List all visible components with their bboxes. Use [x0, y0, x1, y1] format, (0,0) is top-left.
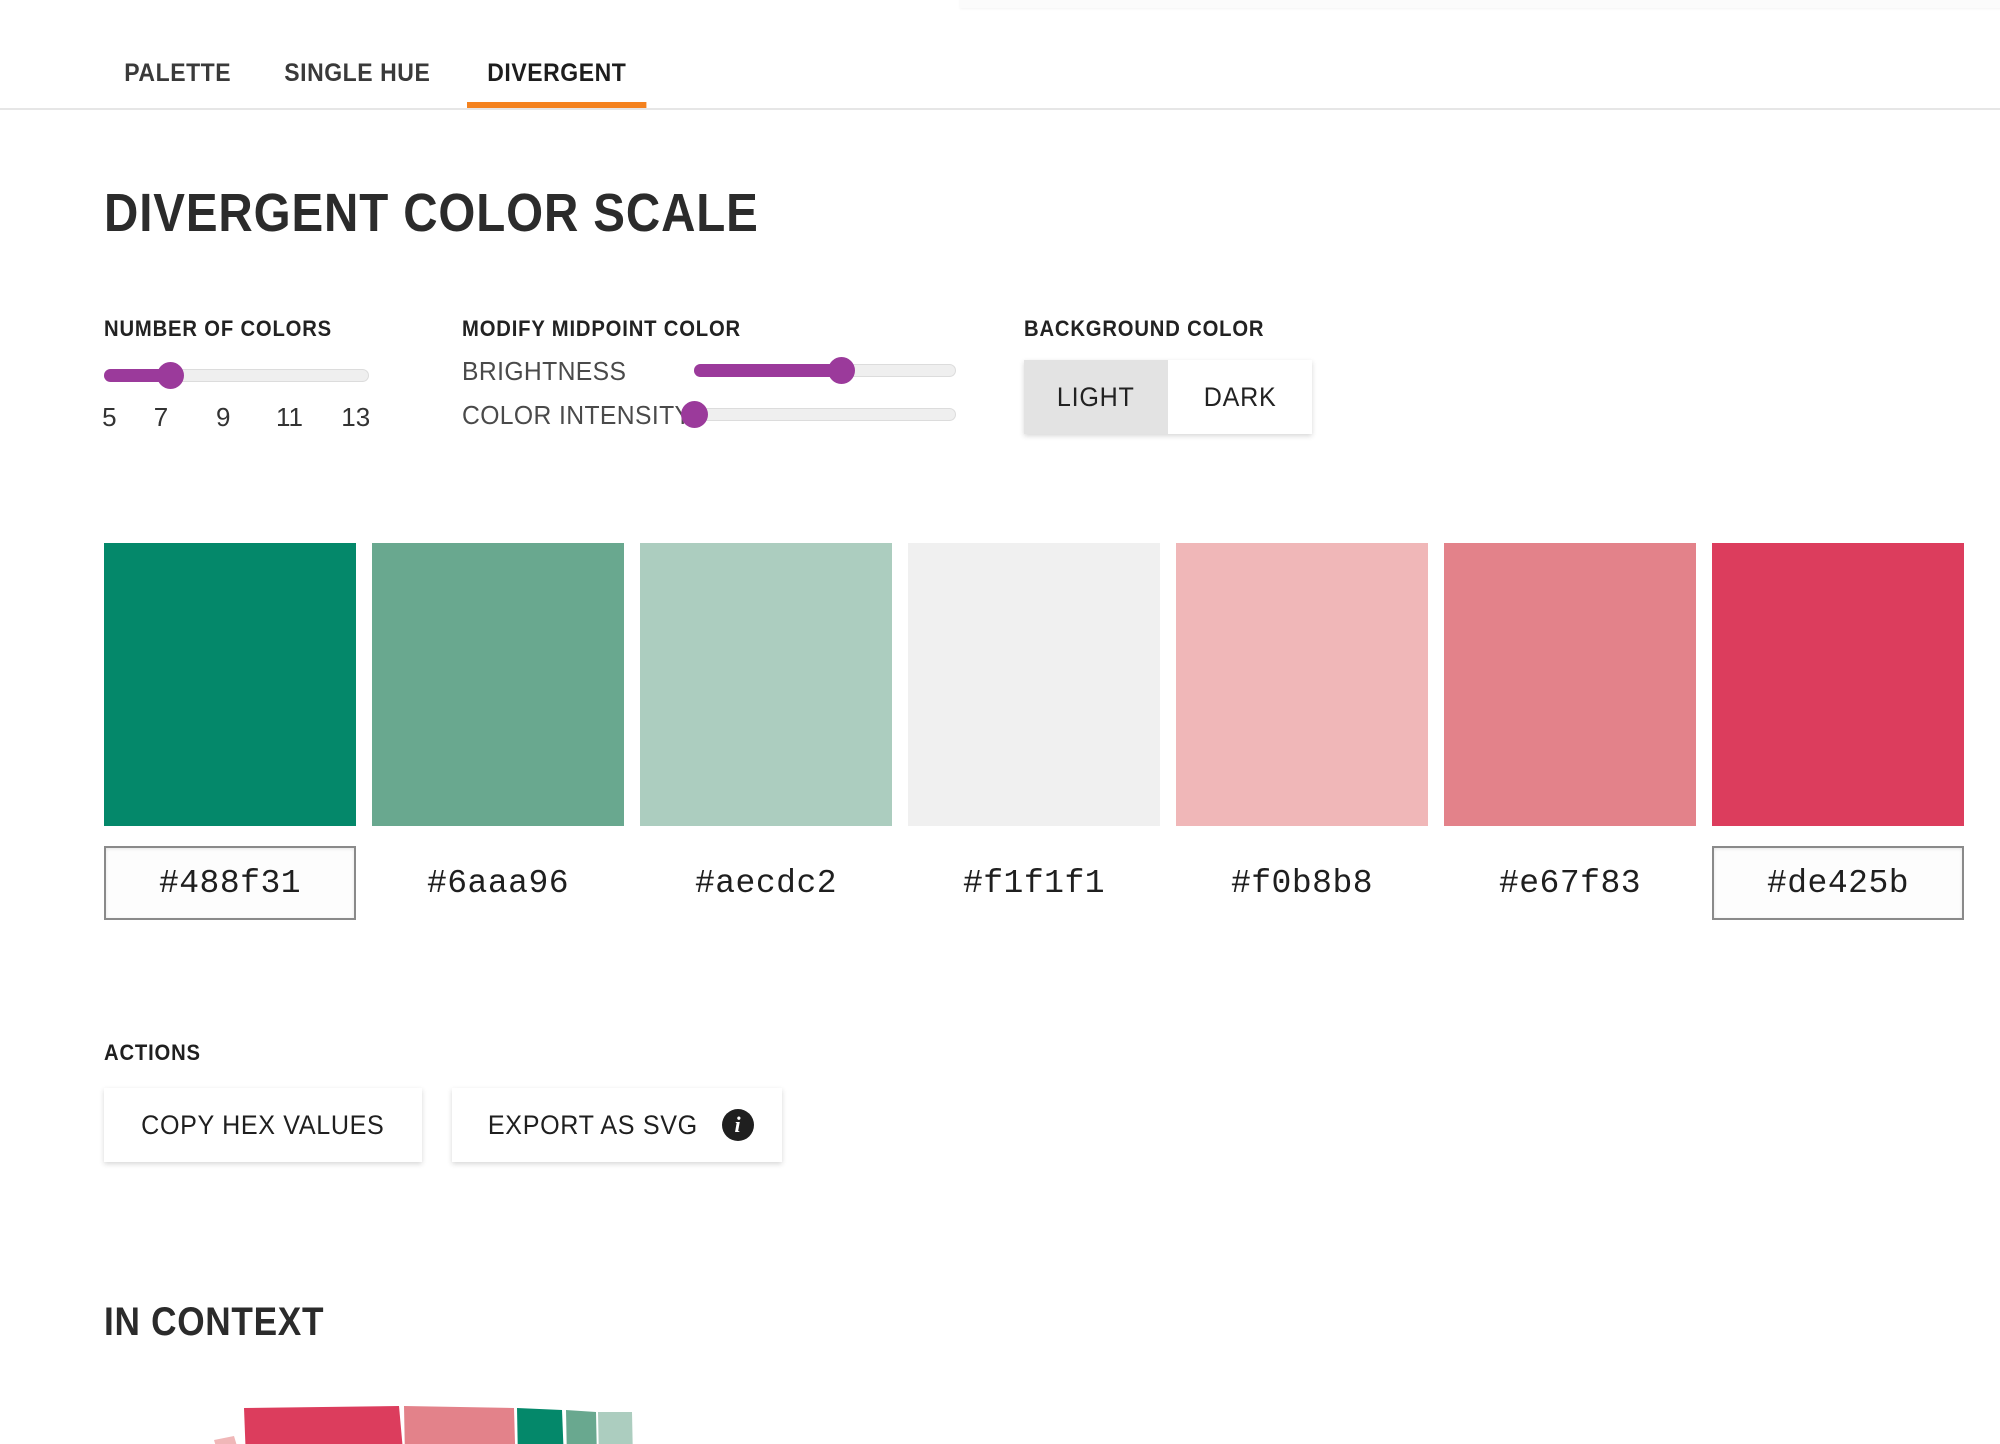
color-intensity-slider[interactable] [681, 401, 956, 428]
color-swatch[interactable] [1444, 543, 1696, 826]
slider-fill [694, 364, 841, 377]
choropleth-map-preview [184, 1400, 644, 1444]
tick-7: 7 [153, 402, 169, 432]
tick-9: 9 [216, 402, 231, 432]
tab-list: PALETTE SINGLE HUE DIVERGENT [104, 59, 662, 108]
background-option-dark[interactable]: DARK [1168, 360, 1312, 434]
tab-bar: PALETTE SINGLE HUE DIVERGENT [0, 30, 2000, 110]
export-as-svg-button[interactable]: EXPORT AS SVG i [452, 1088, 782, 1162]
card-top-edge [960, 0, 2000, 8]
map-region [214, 1436, 237, 1444]
color-swatch[interactable] [1712, 543, 1964, 826]
hex-value-label: #6aaa96 [426, 864, 570, 902]
brightness-row: BRIGHTNESS [462, 356, 962, 386]
background-color-toggle: LIGHT DARK [1024, 360, 1312, 434]
color-swatch-cell: #f0b8b8 [1176, 543, 1428, 920]
tick-5: 5 [102, 402, 117, 432]
color-swatch-cell: #6aaa96 [372, 543, 624, 920]
tick-13: 13 [341, 402, 371, 432]
hex-value-label: #aecdc2 [694, 864, 838, 902]
color-swatch[interactable] [372, 543, 624, 826]
background-option-light[interactable]: LIGHT [1024, 360, 1168, 434]
map-region [404, 1406, 516, 1444]
color-swatch-cell: #488f31 [104, 543, 356, 920]
export-as-svg-label: EXPORT AS SVG [488, 1109, 698, 1140]
action-button-group: COPY HEX VALUES EXPORT AS SVG i [104, 1088, 782, 1162]
modify-midpoint-group: MODIFY MIDPOINT COLOR BRIGHTNESS COLOR I… [462, 316, 962, 430]
color-intensity-label: COLOR INTENSITY [462, 399, 692, 430]
modify-midpoint-label: MODIFY MIDPOINT COLOR [462, 316, 742, 341]
hex-value-label: #e67f83 [1498, 864, 1642, 902]
slider-thumb[interactable] [827, 357, 855, 384]
map-region [566, 1410, 597, 1444]
background-color-group: BACKGROUND COLOR LIGHT DARK [1024, 316, 1312, 434]
hex-value-input[interactable]: #488f31 [104, 846, 356, 920]
hex-value-label: #f0b8b8 [1230, 864, 1374, 902]
info-icon[interactable]: i [721, 1109, 754, 1141]
number-of-colors-ticks: 5 7 9 11 13 [102, 402, 371, 432]
color-swatch-cell: #e67f83 [1444, 543, 1696, 920]
tab-divergent[interactable]: DIVERGENT [467, 59, 647, 108]
actions-label: ACTIONS [104, 1040, 201, 1065]
in-context-title: IN CONTEXT [104, 1300, 325, 1344]
color-swatch[interactable] [908, 543, 1160, 826]
map-region [598, 1412, 633, 1444]
copy-hex-values-label: COPY HEX VALUES [141, 1109, 385, 1140]
actions-section: ACTIONS COPY HEX VALUES EXPORT AS SVG i [104, 1040, 782, 1162]
color-swatch[interactable] [1176, 543, 1428, 826]
in-context-section: IN CONTEXT [104, 1300, 633, 1444]
tab-single-hue[interactable]: SINGLE HUE [264, 59, 451, 108]
background-option-light-label: LIGHT [1057, 381, 1135, 412]
color-swatch-row: #488f31 #6aaa96 #aecdc2 #f1f1f1 #f0b8b8 #e67f… [104, 543, 1964, 920]
map-region [244, 1406, 403, 1444]
slider-track [694, 408, 956, 421]
number-of-colors-label: NUMBER OF COLORS [104, 316, 333, 341]
slider-thumb[interactable] [157, 362, 185, 389]
background-color-label: BACKGROUND COLOR [1024, 316, 1265, 341]
divergent-color-scale-page: PALETTE SINGLE HUE DIVERGENT DIVERGENT C… [0, 0, 2000, 1444]
color-swatch-cell: #de425b [1712, 543, 1964, 920]
tab-palette[interactable]: PALETTE [104, 59, 251, 108]
color-swatch-cell: #f1f1f1 [908, 543, 1160, 920]
color-swatch-cell: #aecdc2 [640, 543, 892, 920]
color-swatch[interactable] [640, 543, 892, 826]
hex-value-input[interactable]: #de425b [1712, 846, 1964, 920]
brightness-slider[interactable] [694, 357, 956, 384]
number-of-colors-slider[interactable] [104, 362, 369, 389]
tick-11: 11 [276, 402, 303, 432]
slider-thumb[interactable] [681, 401, 708, 428]
page-title: DIVERGENT COLOR SCALE [104, 183, 759, 243]
number-of-colors-group: NUMBER OF COLORS 5 7 9 11 13 [102, 316, 374, 432]
copy-hex-values-button[interactable]: COPY HEX VALUES [104, 1088, 422, 1162]
background-option-dark-label: DARK [1203, 381, 1277, 412]
hex-value-label: #f1f1f1 [962, 864, 1106, 902]
color-swatch[interactable] [104, 543, 356, 826]
brightness-label: BRIGHTNESS [462, 355, 627, 386]
color-intensity-row: COLOR INTENSITY [462, 400, 962, 430]
map-svg [214, 1406, 633, 1444]
map-region [517, 1408, 564, 1444]
